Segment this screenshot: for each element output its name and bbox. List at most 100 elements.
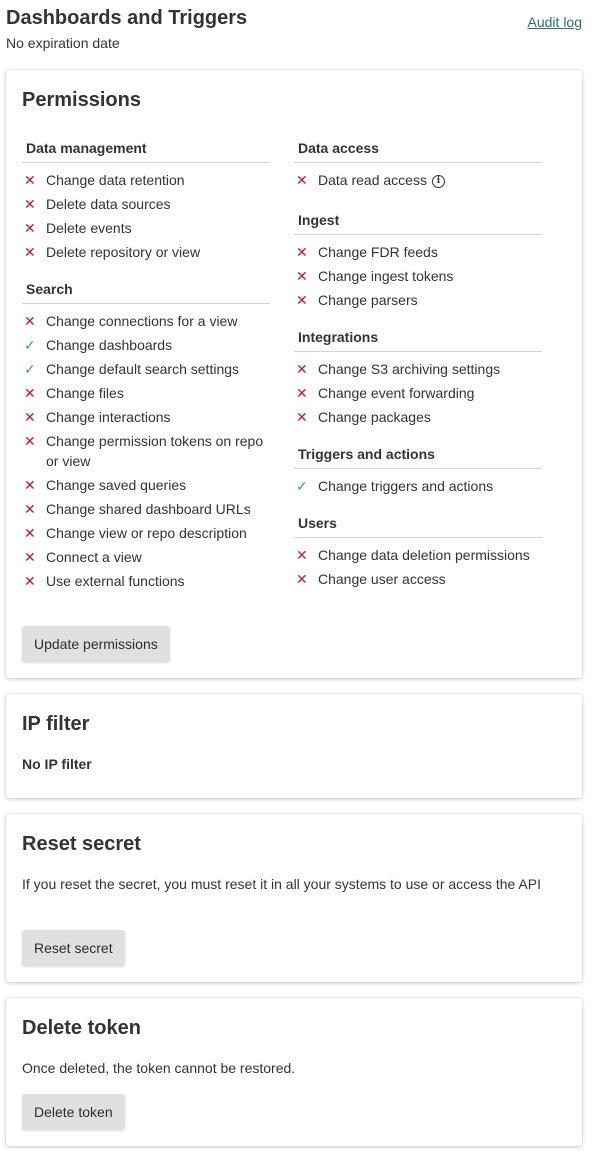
permission-label: Change view or repo description [46, 523, 270, 543]
permission-item: ✕ Change packages [294, 407, 542, 427]
permission-item: ✕ Change user access [294, 569, 542, 589]
permission-item: ✕ Use external functions [22, 571, 270, 591]
cross-icon: ✕ [24, 220, 36, 236]
cross-icon: ✕ [24, 244, 36, 260]
permission-item: ✕ Data read access i [294, 170, 542, 190]
permission-label-text: Change connections for a view [46, 313, 238, 329]
group-users: Users ✕ Change data deletion permissions ✕ C… [294, 515, 542, 593]
permission-label: Connect a view [46, 547, 270, 567]
permission-item: ✕ Change data retention [22, 170, 270, 190]
page-header: Dashboards and Triggers No expiration da… [6, 6, 582, 54]
check-icon: ✓ [24, 361, 36, 377]
permission-label-text: Delete events [46, 220, 132, 236]
reset-secret-card: Reset secret If you reset the secret, yo… [6, 814, 582, 982]
permission-item: ✕ Change permission tokens on repo or vie… [22, 431, 270, 471]
permission-label: Change shared dashboard URLs [46, 499, 270, 519]
permission-item: ✕ Change FDR feeds [294, 242, 542, 262]
cross-icon: ✕ [296, 361, 308, 377]
cross-icon: ✕ [296, 244, 308, 260]
cross-icon: ✕ [24, 172, 36, 188]
permission-label: Delete events [46, 218, 270, 238]
permission-label: Change files [46, 383, 270, 403]
permission-item: ✕ Change interactions [22, 407, 270, 427]
permission-group-title: Triggers and actions [294, 446, 542, 469]
expiration-text: No expiration date [6, 35, 120, 51]
permission-label-text: Connect a view [46, 549, 142, 565]
permission-group-title: Data access [294, 140, 542, 163]
cross-icon: ✕ [24, 196, 36, 212]
ip-filter-value: No IP filter [22, 756, 92, 772]
cross-icon: ✕ [296, 268, 308, 284]
ip-filter-card: IP filter No IP filter [6, 694, 582, 798]
cross-icon: ✕ [24, 409, 36, 425]
permission-label: Change connections for a view [46, 311, 270, 331]
permission-item: ✕ Change data deletion permissions [294, 545, 542, 565]
cross-icon: ✕ [24, 549, 36, 565]
permission-label: Change ingest tokens [318, 266, 542, 286]
permission-label-text: Change dashboards [46, 337, 173, 353]
permission-label: Change FDR feeds [318, 242, 542, 262]
permission-label-text: Change view or repo description [46, 525, 247, 541]
update-permissions-button[interactable]: Update permissions [22, 626, 170, 662]
permission-label-text: Change default search settings [46, 361, 240, 377]
permission-label-text: Change permission tokens on repo or view [46, 433, 264, 469]
permission-group-title: Users [294, 515, 542, 538]
delete-token-title: Delete token [22, 1017, 141, 1039]
permission-label: Change S3 archiving settings [318, 359, 542, 379]
audit-log-link[interactable]: Audit log [528, 14, 582, 30]
permission-group-title: Data management [22, 140, 270, 163]
cross-icon: ✕ [296, 547, 308, 563]
permission-item: ✓ Change dashboards [22, 335, 270, 355]
permission-item: ✕ Change event forwarding [294, 383, 542, 403]
cross-icon: ✕ [24, 477, 36, 493]
group-integrations: Integrations ✕ Change S3 archiving setting… [294, 329, 542, 431]
cross-icon: ✕ [24, 313, 36, 329]
cross-icon: ✕ [24, 501, 36, 517]
permission-label-text: Change S3 archiving settings [318, 361, 501, 377]
reset-secret-title: Reset secret [22, 833, 141, 855]
permission-item: ✕ Change files [22, 383, 270, 403]
permission-item: ✕ Delete data sources [22, 194, 270, 214]
permission-label-text: Change triggers and actions [318, 478, 494, 494]
permission-label: Change saved queries [46, 475, 270, 495]
permission-label-text: Change event forwarding [318, 385, 475, 401]
permission-item: ✕ Change view or repo description [22, 523, 270, 543]
permission-item: ✓ Change triggers and actions [294, 476, 542, 496]
page-title: Dashboards and Triggers [6, 7, 248, 29]
permission-label: Change default search settings [46, 359, 270, 379]
permission-item: ✕ Change saved queries [22, 475, 270, 495]
permission-label-text: Change FDR feeds [318, 244, 438, 260]
group-ingest: Ingest ✕ Change FDR feeds ✕ Change ingest to… [294, 212, 542, 314]
permission-label-text: Change data retention [46, 172, 185, 188]
check-icon: ✓ [296, 478, 308, 494]
permission-label: Change parsers [318, 290, 542, 310]
permissions-card: Permissions Data management ✕ Change data … [6, 70, 582, 678]
permission-label-text: Change interactions [46, 409, 171, 425]
permission-label-text: Change packages [318, 409, 431, 425]
reset-secret-description: If you reset the secret, you must reset … [22, 876, 541, 892]
permission-label: Change permission tokens on repo or view [46, 431, 270, 471]
permission-label-text: Change files [46, 385, 124, 401]
permissions-title: Permissions [22, 89, 141, 111]
group-search: Search ✕ Change connections for a view ✓ Cha… [22, 281, 270, 595]
delete-token-description: Once deleted, the token cannot be restor… [22, 1060, 296, 1076]
permission-label: Delete repository or view [46, 242, 270, 262]
permission-item: ✕ Change S3 archiving settings [294, 359, 542, 379]
permission-label: Change data deletion permissions [318, 545, 542, 565]
info-icon[interactable]: i [431, 174, 445, 188]
cross-icon: ✕ [296, 409, 308, 425]
permission-label: Change interactions [46, 407, 270, 427]
cross-icon: ✕ [296, 292, 308, 308]
cross-icon: ✕ [296, 172, 308, 188]
permission-label: Data read access i [318, 170, 542, 190]
cross-icon: ✕ [296, 385, 308, 401]
permission-label-text: Data read access [318, 172, 427, 188]
cross-icon: ✕ [296, 571, 308, 587]
group-data-access: Data access ✕ Data read access i [294, 140, 542, 194]
cross-icon: ✕ [24, 525, 36, 541]
group-data-management: Data management ✕ Change data retention ✕ De… [22, 140, 270, 266]
permission-label: Change dashboards [46, 335, 270, 355]
permission-label: Change packages [318, 407, 542, 427]
delete-token-button[interactable]: Delete token [22, 1094, 125, 1130]
reset-secret-button[interactable]: Reset secret [22, 930, 125, 966]
